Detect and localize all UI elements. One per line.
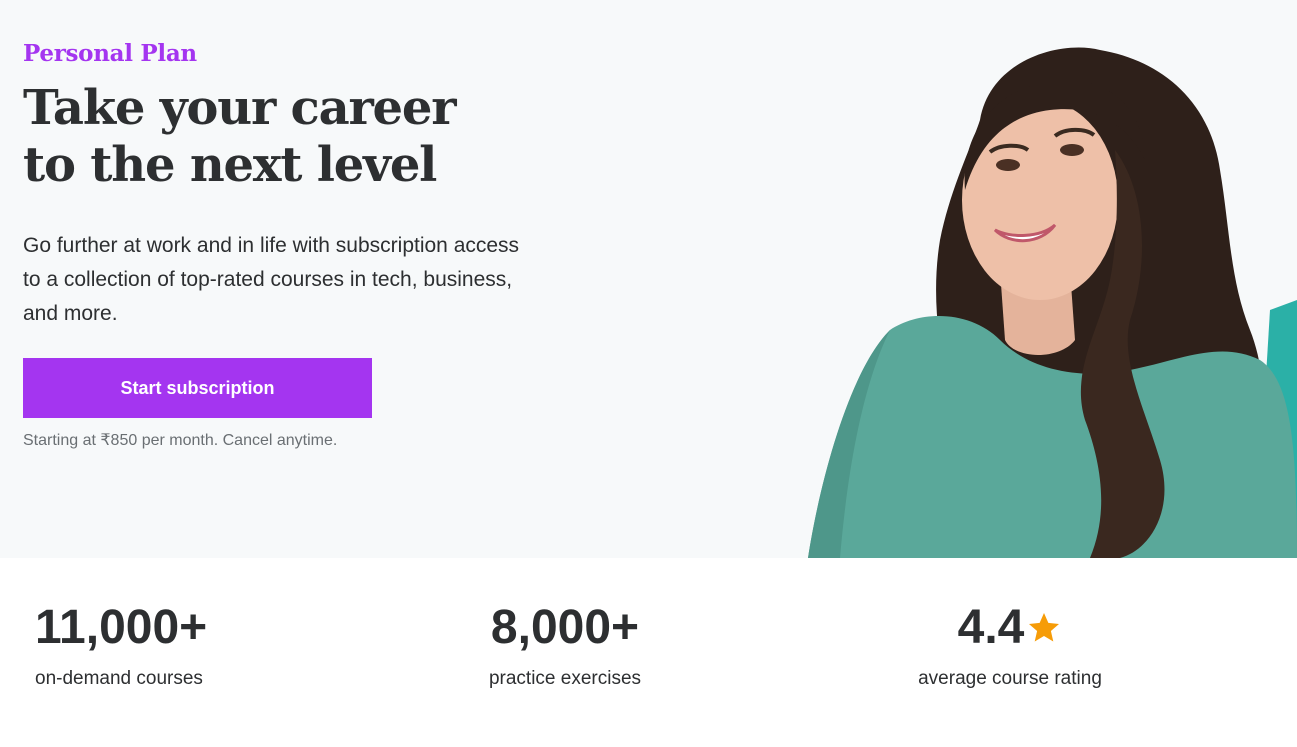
stat-value: 8,000+: [490, 601, 640, 654]
start-subscription-button[interactable]: Start subscription: [23, 358, 372, 418]
stat-value: 11,000+: [35, 601, 208, 654]
star-icon: [1029, 613, 1060, 642]
eye-right: [1060, 144, 1084, 156]
hero-subtitle: Go further at work and in life with subs…: [23, 234, 520, 325]
hero-portrait-image: [808, 47, 1297, 558]
stat-label: average course rating: [918, 668, 1102, 689]
plan-eyebrow: Personal Plan: [23, 40, 197, 67]
stat-value-row: 4.4: [958, 600, 1063, 656]
hero-section: Personal Plan Take your career to the ne…: [0, 0, 1297, 558]
page-title: Take your career to the next level: [23, 80, 543, 194]
stats-bar: 11,000+ on-demand courses 8,000+ practic…: [0, 558, 1297, 747]
stat-label: on-demand courses: [35, 668, 203, 689]
stat-courses: 11,000+ on-demand courses: [35, 600, 207, 690]
stat-exercises: 8,000+ practice exercises: [484, 600, 646, 690]
page-title-line-1: Take your career: [23, 80, 457, 136]
stat-rating: 4.4 average course rating: [912, 600, 1108, 690]
eye-left: [996, 159, 1020, 171]
page-title-line-2: to the next level: [23, 137, 437, 193]
pricing-note: Starting at ₹850 per month. Cancel anyti…: [23, 432, 338, 449]
stat-label: practice exercises: [488, 668, 642, 689]
rating-value: 4.4: [957, 601, 1025, 654]
